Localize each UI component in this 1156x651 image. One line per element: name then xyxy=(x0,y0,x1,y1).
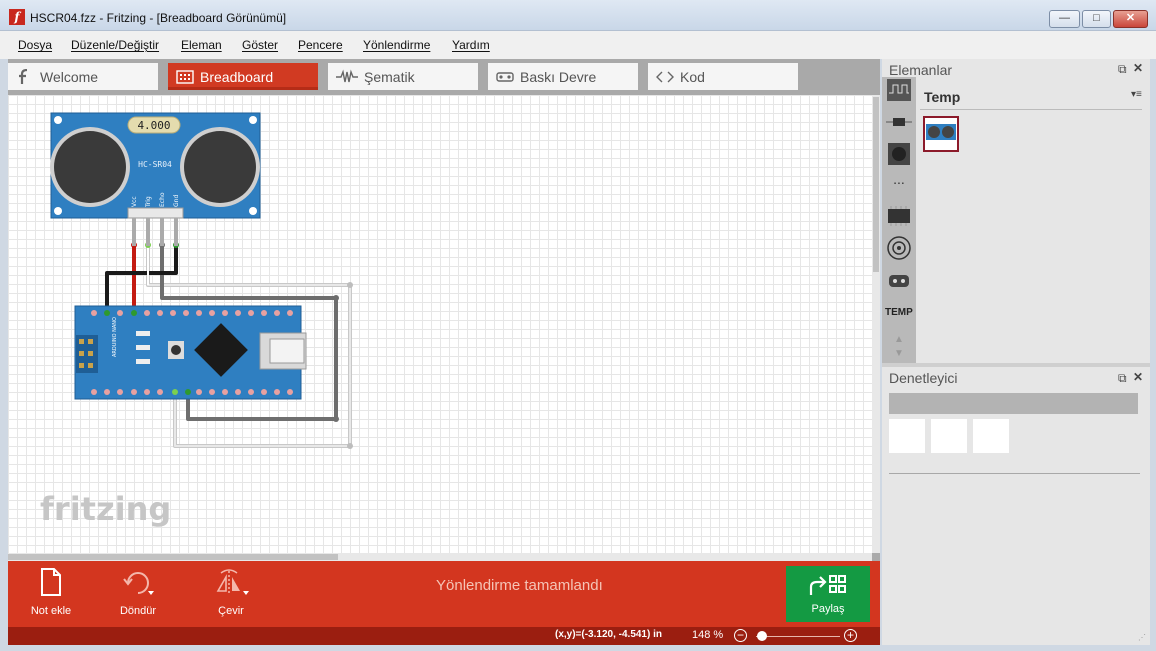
resize-grip-icon[interactable]: ⋰ xyxy=(1138,633,1146,642)
share-button[interactable]: Paylaş xyxy=(786,566,870,622)
hc-sr04-sensor: 4.000 HC-SR04 Vcc Trig Echo Gnd xyxy=(50,112,261,246)
menu-bar: Dosya Düzenle/Değiştir Eleman Göster Pen… xyxy=(0,31,1156,59)
ultrasonic-sensor-icon xyxy=(926,124,956,140)
zoom-level: 148 % xyxy=(692,629,724,641)
resistor-bin-icon[interactable] xyxy=(886,109,912,135)
arduino-nano: ARDUINO NANO xyxy=(74,305,307,400)
code-icon xyxy=(656,71,674,83)
document-area: Welcome Breadboard Şematik Baskı Devre K… xyxy=(8,59,880,645)
pcb-icon xyxy=(496,72,514,82)
zoom-in-button[interactable]: + xyxy=(844,629,857,642)
menu-help[interactable]: Yardım xyxy=(452,38,490,52)
menu-part[interactable]: Eleman xyxy=(181,38,222,52)
pin-label-gnd: Gnd xyxy=(173,195,180,207)
inspector-breadboard-preview xyxy=(889,419,925,453)
inspector-close-icon[interactable]: ✕ xyxy=(1133,370,1143,384)
right-dock: Elemanlar ⧉ ✕ ... TEMP ▲ ▼ Temp ▾≡ Denet… xyxy=(882,59,1150,645)
inspector-panel-title: Denetleyici xyxy=(889,370,958,386)
circuit-drawing: 4.000 HC-SR04 Vcc Trig Echo Gnd ARDUINO … xyxy=(50,112,353,449)
fritzing-app-icon: f xyxy=(9,9,25,25)
parts-panel-close-icon[interactable]: ✕ xyxy=(1133,61,1143,75)
antenna-bin-icon[interactable] xyxy=(886,235,912,261)
share-label: Paylaş xyxy=(811,603,845,615)
tab-label: Baskı Devre xyxy=(520,69,597,85)
zoom-slider-knob[interactable] xyxy=(757,631,767,641)
flip-label: Çevir xyxy=(218,605,244,617)
scroll-down-icon[interactable]: ▼ xyxy=(894,348,904,359)
hc-sr04-part-thumbnail[interactable] xyxy=(923,116,959,152)
tab-label: Breadboard xyxy=(200,69,274,85)
pin-label-vcc: Vcc xyxy=(131,196,138,207)
menu-window[interactable]: Pencere xyxy=(298,38,343,52)
inspector-title-field xyxy=(889,393,1138,414)
tab-label: Şematik xyxy=(364,69,415,85)
pin-label-trig: Trig xyxy=(145,196,152,208)
tab-label: Kod xyxy=(680,69,705,85)
bin-menu-icon[interactable]: ▾≡ xyxy=(1131,89,1142,100)
inspector-pcb-preview xyxy=(973,419,1009,453)
parts-panel-title: Elemanlar xyxy=(889,62,953,78)
rotate-button[interactable]: Döndür xyxy=(98,567,178,623)
horizontal-scrollbar[interactable] xyxy=(8,553,872,561)
menu-view[interactable]: Göster xyxy=(242,38,278,52)
arduino-label: ARDUINO NANO xyxy=(112,317,118,357)
tab-code[interactable]: Kod xyxy=(648,63,798,90)
scroll-up-icon[interactable]: ▲ xyxy=(894,334,904,345)
add-note-label: Not ekle xyxy=(30,605,72,617)
rotate-icon xyxy=(123,572,154,595)
zoom-slider-track[interactable] xyxy=(756,636,840,637)
rotate-label: Döndür xyxy=(119,605,157,617)
temp-bin-tab[interactable]: TEMP xyxy=(885,307,913,318)
maximize-button[interactable]: □ xyxy=(1082,10,1111,28)
parts-panel-float-icon[interactable]: ⧉ xyxy=(1118,62,1127,77)
pin-label-echo: Echo xyxy=(159,192,166,207)
tab-schematic[interactable]: Şematik xyxy=(328,63,478,90)
inspector-float-icon[interactable]: ⧉ xyxy=(1118,371,1127,386)
tab-label: Welcome xyxy=(40,69,99,85)
vertical-scrollbar[interactable] xyxy=(872,95,880,553)
menu-edit[interactable]: Düzenle/Değiştir xyxy=(71,38,159,52)
bin-divider xyxy=(920,109,1142,110)
view-tab-bar: Welcome Breadboard Şematik Baskı Devre K… xyxy=(8,59,880,95)
more-bins-icon[interactable]: ... xyxy=(886,171,912,197)
status-bar: (x,y)=(-3.120, -4.541) in 148 % − + xyxy=(8,627,880,645)
cursor-coordinates: (x,y)=(-3.120, -4.541) in xyxy=(555,629,662,640)
add-note-button[interactable]: Not ekle xyxy=(11,567,91,623)
sensor-display-text: 4.000 xyxy=(137,119,170,132)
share-icon xyxy=(809,575,846,595)
dock-splitter[interactable] xyxy=(882,363,1150,367)
zoom-out-button[interactable]: − xyxy=(734,629,747,642)
breadboard-icon xyxy=(176,70,194,84)
chip-bin-icon[interactable] xyxy=(886,203,912,229)
horizontal-scroll-thumb[interactable] xyxy=(8,554,338,560)
bottom-toolbar: Not ekle Döndür Çevir Yönlendirme tamaml… xyxy=(8,561,880,627)
sensor-model-text: HC-SR04 xyxy=(138,160,172,169)
tab-breadboard[interactable]: Breadboard xyxy=(168,63,318,90)
menu-file[interactable]: Dosya xyxy=(18,38,52,52)
inspector-schematic-preview xyxy=(931,419,967,453)
close-button[interactable]: ✕ xyxy=(1113,10,1148,28)
fritzing-watermark-logo: fritzing xyxy=(40,490,172,528)
title-bar: f HSCR04.fzz - Fritzing - [Breadboard Gö… xyxy=(0,0,1156,31)
parts-bin-strip: ... TEMP ▲ ▼ xyxy=(882,77,916,363)
note-icon xyxy=(41,568,61,596)
bin-title: Temp xyxy=(924,89,961,105)
tab-welcome[interactable]: Welcome xyxy=(8,63,158,90)
resistor-icon xyxy=(336,69,358,83)
flip-button[interactable]: Çevir xyxy=(191,567,271,623)
breadboard-canvas[interactable]: 4.000 HC-SR04 Vcc Trig Echo Gnd ARDUINO … xyxy=(8,95,872,553)
button-bin-icon[interactable] xyxy=(886,141,912,167)
menu-routing[interactable]: Yönlendirme xyxy=(363,38,430,52)
robot-bin-icon[interactable] xyxy=(886,267,912,293)
window-title: HSCR04.fzz - Fritzing - [Breadboard Görü… xyxy=(30,11,287,25)
tab-pcb[interactable]: Baskı Devre xyxy=(488,63,638,90)
vertical-scroll-thumb[interactable] xyxy=(873,97,879,272)
minimize-button[interactable]: — xyxy=(1049,10,1080,28)
routing-status-message: Yönlendirme tamamlandı xyxy=(436,577,603,594)
inspector-divider xyxy=(889,473,1140,474)
fritzing-f-icon xyxy=(19,69,28,84)
flip-icon xyxy=(216,569,249,595)
core-bin-icon[interactable] xyxy=(886,77,912,103)
